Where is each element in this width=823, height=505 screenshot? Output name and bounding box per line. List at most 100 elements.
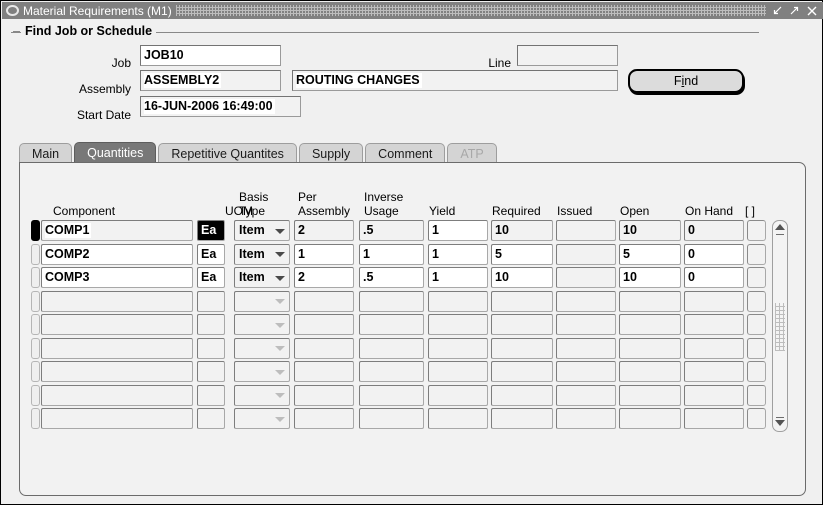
cell-component[interactable] (41, 361, 193, 382)
cell-on-hand[interactable]: 0 (684, 220, 744, 241)
cell-open[interactable] (619, 314, 681, 335)
cell-flag-checkbox[interactable] (747, 337, 766, 359)
scrollbar-thumb[interactable] (775, 303, 785, 351)
tab-supply[interactable]: Supply (298, 143, 364, 163)
find-button[interactable]: Find (628, 69, 744, 93)
cell-uom[interactable] (197, 408, 225, 429)
cell-required[interactable] (491, 314, 553, 335)
cell-flag-checkbox[interactable] (747, 220, 766, 241)
scroll-up-icon[interactable] (775, 224, 785, 232)
cell-open[interactable] (619, 361, 681, 382)
cell-uom[interactable]: Ea (197, 220, 225, 241)
record-indicator[interactable] (31, 267, 40, 288)
cell-open[interactable]: 10 (619, 267, 681, 288)
record-indicator[interactable] (31, 220, 40, 241)
cell-on-hand[interactable] (684, 337, 744, 359)
cell-component[interactable]: COMP2 (41, 243, 193, 265)
cell-uom[interactable]: Ea (197, 267, 225, 288)
cell-uom[interactable] (197, 337, 225, 359)
maximize-icon[interactable] (787, 3, 802, 18)
cell-required[interactable] (491, 361, 553, 382)
cell-inverse-usage[interactable] (359, 314, 424, 335)
record-indicator[interactable] (31, 314, 40, 335)
cell-inverse-usage[interactable]: 1 (359, 243, 424, 265)
cell-component[interactable] (41, 290, 193, 312)
cell-yield[interactable]: 1 (428, 220, 488, 241)
record-indicator[interactable] (31, 384, 40, 406)
cell-open[interactable] (619, 384, 681, 406)
cell-on-hand[interactable]: 0 (684, 243, 744, 265)
record-indicator[interactable] (31, 290, 40, 312)
cell-uom[interactable] (197, 384, 225, 406)
cell-open[interactable] (619, 408, 681, 429)
line-field[interactable] (517, 45, 618, 66)
assembly-field[interactable]: ASSEMBLY2 (140, 70, 281, 91)
cell-open[interactable]: 10 (619, 220, 681, 241)
cell-per-assembly[interactable] (294, 314, 354, 335)
cell-required[interactable] (491, 384, 553, 406)
cell-on-hand[interactable] (684, 384, 744, 406)
close-icon[interactable] (804, 3, 819, 18)
cell-yield[interactable] (428, 408, 488, 429)
cell-basis-type-dropdown[interactable]: Item (234, 243, 290, 265)
cell-yield[interactable]: 1 (428, 243, 488, 265)
cell-basis-type-dropdown[interactable]: Item (234, 220, 290, 241)
cell-uom[interactable] (197, 314, 225, 335)
cell-inverse-usage[interactable]: .5 (359, 267, 424, 288)
cell-on-hand[interactable] (684, 361, 744, 382)
cell-required[interactable]: 5 (491, 243, 553, 265)
cell-inverse-usage[interactable] (359, 290, 424, 312)
cell-issued[interactable] (556, 314, 616, 335)
cell-issued[interactable] (556, 384, 616, 406)
cell-yield[interactable] (428, 314, 488, 335)
cell-issued[interactable] (556, 220, 616, 241)
cell-per-assembly[interactable] (294, 290, 354, 312)
scroll-down-icon[interactable] (775, 420, 785, 428)
cell-per-assembly[interactable]: 2 (294, 220, 354, 241)
cell-component[interactable] (41, 314, 193, 335)
cell-component[interactable] (41, 337, 193, 359)
cell-uom[interactable]: Ea (197, 243, 225, 265)
cell-component[interactable] (41, 384, 193, 406)
chevron-down-icon[interactable] (275, 252, 285, 257)
record-indicator[interactable] (31, 408, 40, 429)
cell-basis-type-dropdown[interactable] (234, 314, 290, 335)
cell-per-assembly[interactable]: 2 (294, 267, 354, 288)
chevron-down-icon[interactable] (275, 275, 285, 281)
cell-basis-type-dropdown[interactable] (234, 290, 290, 312)
cell-basis-type-dropdown[interactable] (234, 408, 290, 429)
record-indicator[interactable] (31, 337, 40, 359)
cell-per-assembly[interactable]: 1 (294, 243, 354, 265)
assembly-description-field[interactable]: ROUTING CHANGES (292, 70, 618, 91)
cell-flag-checkbox[interactable] (747, 243, 766, 265)
cell-on-hand[interactable]: 0 (684, 267, 744, 288)
cell-issued[interactable] (556, 408, 616, 429)
cell-yield[interactable] (428, 290, 488, 312)
cell-issued[interactable] (556, 290, 616, 312)
job-field[interactable]: JOB10 (140, 45, 281, 66)
cell-issued[interactable] (556, 243, 616, 265)
cell-yield[interactable]: 1 (428, 267, 488, 288)
chevron-down-icon[interactable] (275, 346, 285, 351)
cell-flag-checkbox[interactable] (747, 290, 766, 312)
cell-required[interactable]: 10 (491, 267, 553, 288)
cell-open[interactable]: 5 (619, 243, 681, 265)
cell-component[interactable]: COMP3 (41, 267, 193, 288)
cell-issued[interactable] (556, 267, 616, 288)
cell-open[interactable] (619, 290, 681, 312)
cell-per-assembly[interactable] (294, 408, 354, 429)
cell-per-assembly[interactable] (294, 337, 354, 359)
cell-basis-type-dropdown[interactable] (234, 361, 290, 382)
cell-inverse-usage[interactable] (359, 408, 424, 429)
cell-yield[interactable] (428, 337, 488, 359)
tab-main[interactable]: Main (19, 143, 73, 163)
cell-issued[interactable] (556, 361, 616, 382)
cell-per-assembly[interactable] (294, 361, 354, 382)
cell-issued[interactable] (556, 337, 616, 359)
cell-uom[interactable] (197, 290, 225, 312)
cell-on-hand[interactable] (684, 290, 744, 312)
cell-on-hand[interactable] (684, 408, 744, 429)
start-date-field[interactable]: 16-JUN-2006 16:49:00 (140, 96, 301, 117)
cell-component[interactable]: COMP1 (41, 220, 193, 241)
cell-basis-type-dropdown[interactable] (234, 337, 290, 359)
